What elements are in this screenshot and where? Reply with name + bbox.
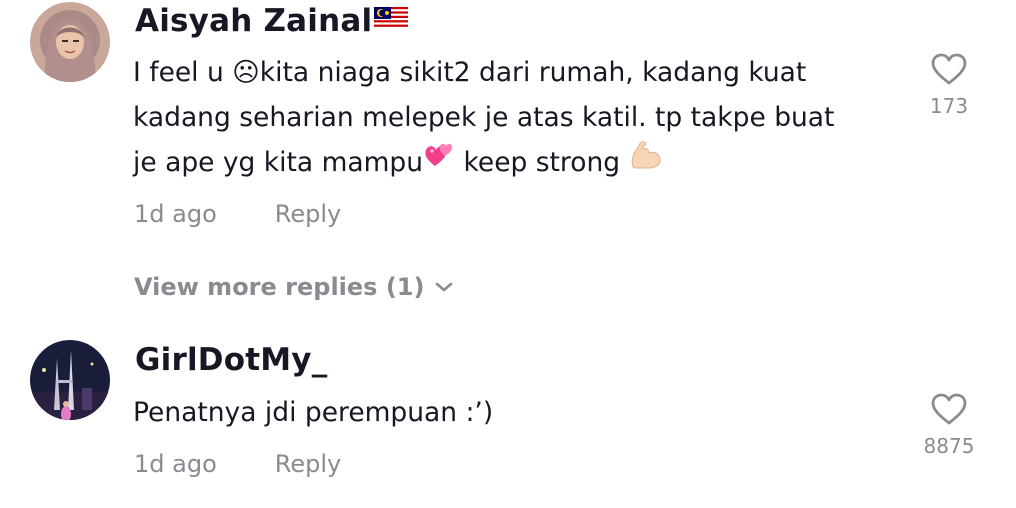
flexed-biceps-emoji-icon bbox=[629, 138, 663, 183]
comment-timestamp: 1d ago bbox=[134, 200, 217, 228]
view-more-replies-button[interactable]: View more replies (1) bbox=[134, 273, 454, 302]
comment-item: GirlDotMy_ Penatnya jdi perempuan :’) 1d… bbox=[0, 330, 1016, 508]
heart-icon bbox=[918, 52, 980, 86]
comment-text-fragment: keep strong bbox=[455, 147, 629, 178]
malaysia-flag-icon bbox=[374, 1, 409, 37]
avatar[interactable] bbox=[30, 340, 110, 420]
chevron-down-icon bbox=[434, 272, 454, 300]
avatar-image bbox=[30, 2, 110, 82]
reply-button[interactable]: Reply bbox=[275, 450, 341, 478]
avatar-image bbox=[30, 340, 110, 420]
like-button[interactable]: 173 bbox=[918, 52, 980, 118]
comment-text: I feel u ☹kita niaga sikit2 dari rumah, … bbox=[133, 50, 893, 186]
comment-item: Aisyah Zainal I feel u ☹kita niaga sikit… bbox=[0, 0, 1016, 330]
like-count: 8875 bbox=[923, 434, 975, 458]
comment-text-line: I feel u ☹kita niaga sikit2 dari rumah, … bbox=[133, 57, 807, 88]
comment-meta: 1d ago Reply bbox=[134, 200, 341, 228]
like-button[interactable]: 8875 bbox=[918, 392, 980, 458]
like-count: 173 bbox=[929, 94, 969, 118]
comment-text-line: kadang seharian melepek je atas katil. t… bbox=[133, 102, 835, 133]
comment-text-line: Penatnya jdi perempuan :’) bbox=[133, 397, 494, 428]
username-text: Aisyah Zainal bbox=[135, 3, 373, 39]
username[interactable]: GirlDotMy_ bbox=[135, 342, 327, 378]
comment-text: Penatnya jdi perempuan :’) bbox=[133, 390, 893, 435]
view-more-replies-label: View more replies (1) bbox=[134, 273, 425, 301]
avatar[interactable] bbox=[30, 2, 110, 82]
username[interactable]: Aisyah Zainal bbox=[135, 1, 409, 41]
two-hearts-emoji-icon bbox=[423, 138, 455, 183]
comment-meta: 1d ago Reply bbox=[134, 450, 341, 478]
comment-text-fragment: je ape yg kita mampu bbox=[133, 147, 424, 178]
heart-icon bbox=[918, 392, 980, 426]
reply-button[interactable]: Reply bbox=[275, 200, 341, 228]
comment-text-line: je ape yg kita mampu keep strong bbox=[133, 140, 893, 186]
comment-timestamp: 1d ago bbox=[134, 450, 217, 478]
